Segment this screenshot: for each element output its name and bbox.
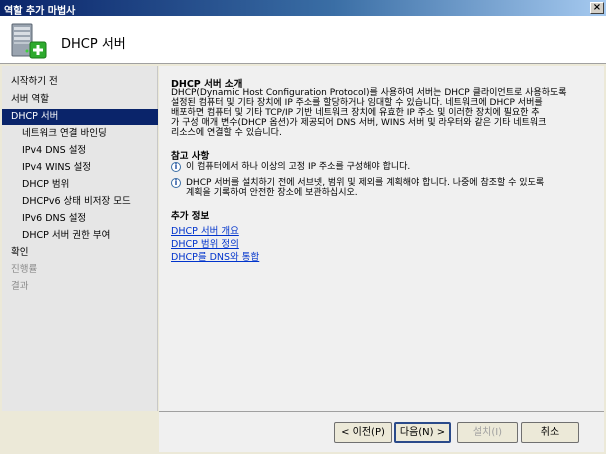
info-icon: i	[171, 162, 181, 172]
server-add-icon	[11, 23, 47, 59]
wizard-header: DHCP 서버	[0, 16, 606, 64]
close-icon: ×	[592, 2, 602, 13]
title-bar[interactable]: 역할 추가 마법사 ×	[0, 0, 606, 17]
install-button[interactable]: 설치(I)	[457, 422, 518, 443]
page-title: DHCP 서버	[61, 37, 126, 52]
next-button[interactable]: 다음(N) >	[394, 422, 451, 443]
previous-button[interactable]: < 이전(P)	[334, 422, 392, 443]
close-button[interactable]: ×	[590, 2, 604, 14]
link-dhcp-scopes[interactable]: DHCP 범위 정의	[171, 236, 239, 250]
intro-line: 배포하면 컴퓨터 및 기타 TCP/IP 기반 네트워크 장치에 유효한 IP …	[171, 108, 540, 118]
nav-step-ipv4-wins[interactable]: IPv4 WINS 설정	[2, 160, 158, 176]
cancel-button[interactable]: 취소	[521, 422, 579, 443]
main-content: DHCP 서버 소개 DHCP(Dynamic Host Configurati…	[159, 66, 604, 411]
notes-heading: 참고 사항	[171, 151, 210, 162]
more-info-heading: 추가 정보	[171, 211, 210, 222]
nav-step-ipv6-dns[interactable]: IPv6 DNS 설정	[2, 211, 158, 227]
nav-step-dhcp-authorization[interactable]: DHCP 서버 권한 부여	[2, 228, 158, 244]
intro-line: 가 구성 매개 변수(DHCP 옵션)가 제공되어 DNS 서버, WINS 서…	[171, 118, 547, 128]
nav-step-network-binding[interactable]: 네트워크 연결 바인딩	[2, 126, 158, 142]
note-line: DHCP 서버를 설치하기 전에 서브넷, 범위 및 제외를 계획해야 합니다.…	[186, 178, 545, 188]
note-line: 이 컴퓨터에서 하나 이상의 고정 IP 주소를 구성해야 합니다.	[186, 162, 411, 172]
info-icon: i	[171, 178, 181, 188]
nav-step-dhcp-server[interactable]: DHCP 서버	[2, 109, 158, 125]
wizard-footer: < 이전(P) 다음(N) > 설치(I) 취소	[159, 411, 604, 452]
link-dhcp-dns-integration[interactable]: DHCP를 DNS와 통합	[171, 249, 259, 263]
intro-line: 리소스에 연결할 수 있습니다.	[171, 128, 282, 138]
link-dhcp-overview[interactable]: DHCP 서버 개요	[171, 223, 239, 237]
intro-paragraph: DHCP(Dynamic Host Configuration Protocol…	[171, 88, 597, 138]
nav-step-progress: 진행률	[11, 264, 38, 275]
nav-step-results: 결과	[11, 281, 29, 292]
nav-step-server-roles[interactable]: 서버 역할	[2, 92, 158, 108]
nav-step-confirmation[interactable]: 확인	[2, 245, 158, 261]
nav-step-dhcpv6-stateless[interactable]: DHCPv6 상태 비저장 모드	[2, 194, 158, 210]
nav-step-before-you-begin[interactable]: 시작하기 전	[2, 74, 158, 90]
note-line: 계획을 기록하여 안전한 장소에 보관하십시오.	[186, 188, 358, 198]
wizard-step-nav: 시작하기 전 서버 역할 DHCP 서버 네트워크 연결 바인딩 IPv4 DN…	[2, 66, 158, 411]
nav-step-dhcp-scopes[interactable]: DHCP 범위	[2, 177, 158, 193]
window-title: 역할 추가 마법사	[4, 6, 76, 17]
add-roles-wizard-window: 역할 추가 마법사 × DHCP 서버 시작하기 전 서버 역할 DHCP 서버…	[0, 0, 606, 454]
nav-step-ipv4-dns[interactable]: IPv4 DNS 설정	[2, 143, 158, 159]
intro-line: 설정된 컴퓨터 및 기타 장치에 IP 주소를 할당하거나 임대할 수 있습니다…	[171, 98, 543, 108]
intro-line: DHCP(Dynamic Host Configuration Protocol…	[171, 88, 567, 98]
